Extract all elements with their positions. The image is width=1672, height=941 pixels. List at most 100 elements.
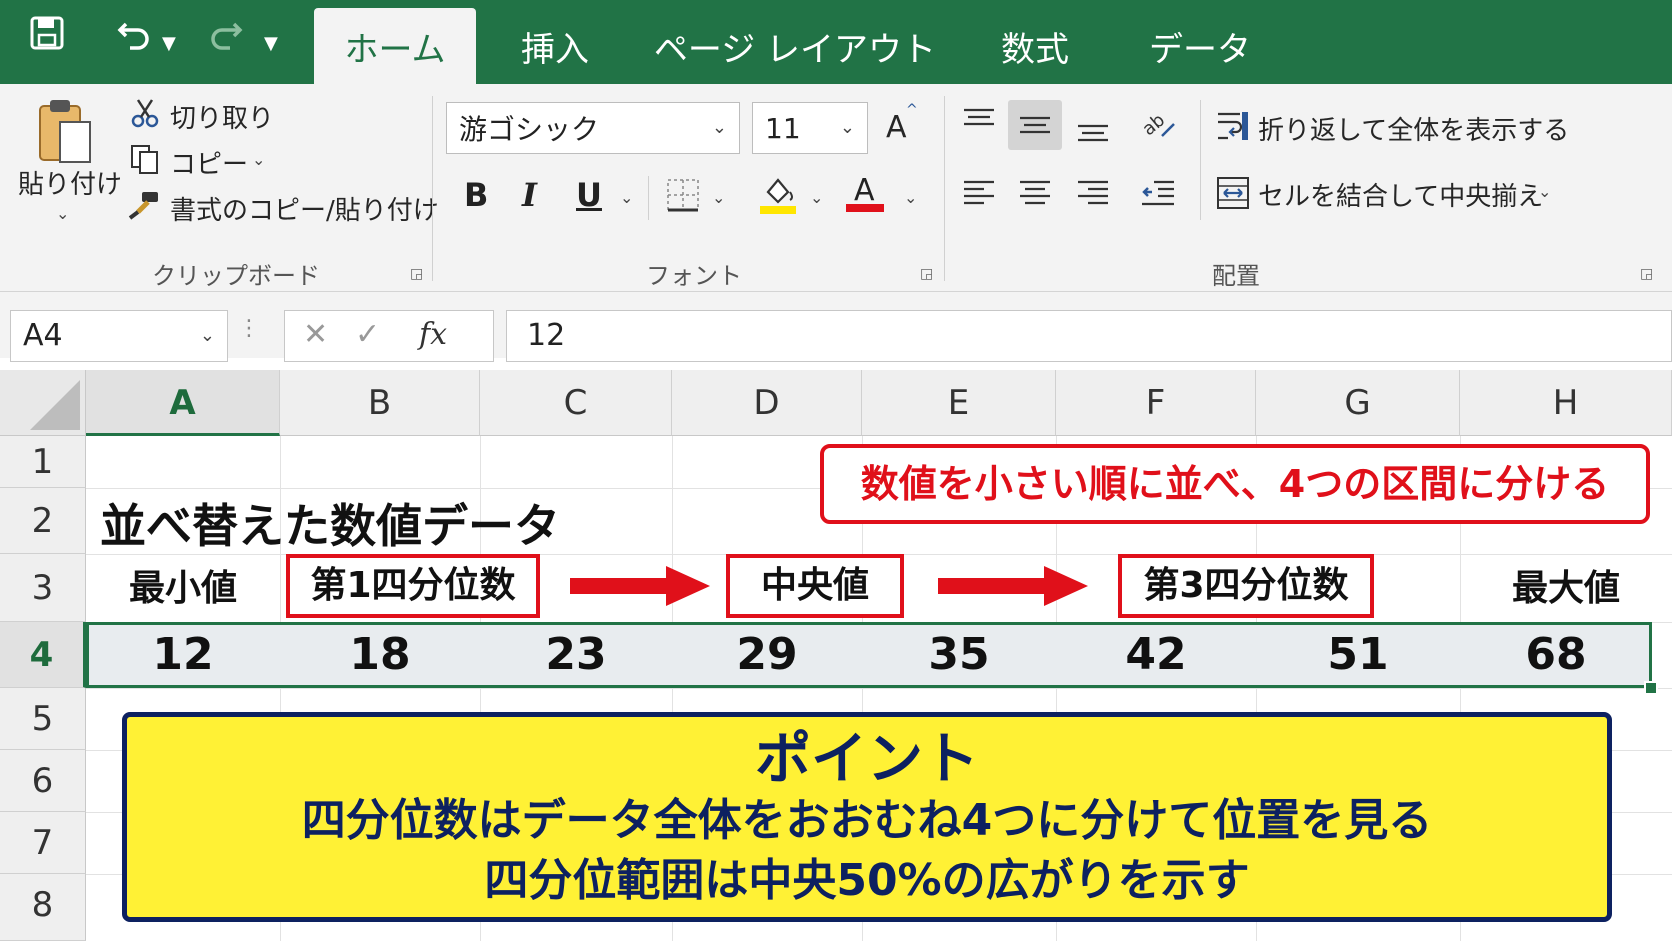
fill-color-dropdown-icon[interactable]: ⌄ (810, 188, 823, 207)
insert-function-button[interactable]: fx (419, 317, 447, 352)
column-header-a[interactable]: A (86, 370, 280, 436)
borders-dropdown-icon[interactable]: ⌄ (712, 188, 725, 207)
row-header-3[interactable]: 3 (0, 554, 86, 622)
tab-formulas[interactable]: 数式 (980, 8, 1090, 84)
row-header-6[interactable]: 6 (0, 750, 86, 812)
bold-button[interactable]: B (464, 176, 488, 214)
copy-icon[interactable] (130, 144, 160, 178)
underline-button[interactable]: U (576, 176, 602, 214)
separator (648, 176, 649, 220)
clipboard-launcher-icon[interactable]: ◲ (410, 266, 423, 282)
format-painter-icon[interactable] (128, 190, 160, 224)
save-icon[interactable] (30, 16, 64, 50)
font-size-select[interactable]: 11 ⌄ (752, 102, 868, 154)
row-header-7[interactable]: 7 (0, 812, 86, 874)
row-header-4[interactable]: 4 (0, 622, 86, 688)
scissors-icon[interactable] (130, 98, 160, 132)
tab-home[interactable]: ホーム (314, 8, 476, 84)
select-all-button[interactable] (0, 370, 86, 436)
row-header-2[interactable]: 2 (0, 488, 86, 554)
point-title: ポイント (755, 727, 979, 792)
customize-toolbar-icon[interactable]: ▼ (264, 24, 278, 64)
tab-insert[interactable]: 挿入 (496, 8, 614, 84)
fill-color-icon[interactable] (760, 174, 798, 218)
paste-button[interactable]: 貼り付け (18, 164, 122, 201)
copy-dropdown-icon[interactable]: ⌄ (252, 150, 265, 169)
instruction-callout: 数値を小さい順に並べ、4つの区間に分ける (820, 444, 1650, 524)
merge-center-button[interactable]: セルを結合して中央揃え (1258, 176, 1543, 213)
min-label: 最小値 (128, 568, 237, 609)
svg-text:A: A (854, 173, 875, 208)
align-left-icon[interactable] (962, 178, 996, 214)
align-top-icon[interactable] (962, 108, 996, 142)
group-separator (432, 96, 433, 281)
font-color-dropdown-icon[interactable]: ⌄ (904, 188, 917, 207)
align-middle-icon[interactable] (1008, 100, 1062, 150)
column-header-e[interactable]: E (862, 370, 1056, 436)
font-name-value: 游ゴシック (459, 113, 600, 146)
borders-icon[interactable] (666, 178, 700, 216)
column-header-d[interactable]: D (672, 370, 862, 436)
sheet-title: 並べ替えた数値データ (100, 499, 560, 553)
chevron-down-icon[interactable]: ⌄ (200, 311, 215, 361)
font-color-icon[interactable]: A (846, 172, 886, 218)
cut-button[interactable]: 切り取り (170, 98, 274, 135)
orientation-icon[interactable]: ab (1138, 106, 1176, 146)
undo-icon[interactable] (116, 16, 156, 50)
font-launcher-icon[interactable]: ◲ (920, 266, 933, 282)
group-separator (944, 96, 945, 281)
tab-data[interactable]: データ (1130, 8, 1270, 84)
point-line-2: 四分位範囲は中央50%の広がりを示す (484, 855, 1250, 906)
point-box: ポイント 四分位数はデータ全体をおおむね4つに分けて位置を見る 四分位範囲は中央… (122, 712, 1612, 922)
column-header-f[interactable]: F (1056, 370, 1256, 436)
decrease-indent-icon[interactable] (1140, 178, 1176, 214)
formula-input[interactable]: 12 (506, 310, 1672, 362)
q3-label: 第3四分位数 (1118, 554, 1374, 618)
formula-buttons: ✕ ✓ fx (284, 310, 494, 362)
font-name-select[interactable]: 游ゴシック ⌄ (446, 102, 740, 154)
format-painter-button[interactable]: 書式のコピー/貼り付け (170, 190, 439, 227)
column-header-b[interactable]: B (280, 370, 480, 436)
increase-font-size-button[interactable]: A (886, 110, 907, 145)
column-header-h[interactable]: H (1460, 370, 1672, 436)
tab-page-layout[interactable]: ページ レイアウト (650, 8, 940, 84)
median-label: 中央値 (726, 554, 904, 618)
column-header-g[interactable]: G (1256, 370, 1460, 436)
column-header-c[interactable]: C (480, 370, 672, 436)
undo-dropdown-icon[interactable]: ▼ (162, 24, 176, 64)
align-right-icon[interactable] (1076, 178, 1110, 214)
align-center-icon[interactable] (1018, 178, 1052, 214)
enter-icon[interactable]: ✓ (355, 317, 380, 352)
gridline (86, 688, 1672, 689)
max-label: 最大値 (1511, 568, 1620, 609)
row-header-8[interactable]: 8 (0, 874, 86, 941)
paste-dropdown-icon[interactable]: ⌄ (56, 204, 69, 223)
paste-icon[interactable] (38, 98, 94, 172)
redo-icon[interactable] (204, 16, 244, 50)
alignment-group-label: 配置 (1212, 262, 1260, 290)
copy-button[interactable]: コピー (170, 144, 248, 181)
wrap-text-icon[interactable] (1216, 110, 1250, 146)
italic-button[interactable]: I (522, 176, 537, 214)
svg-text:ab: ab (1140, 110, 1169, 141)
clipboard-group-label: クリップボード (152, 262, 320, 290)
wrap-text-button[interactable]: 折り返して全体を表示する (1258, 110, 1569, 147)
chevron-down-icon: ⌄ (839, 117, 855, 138)
cancel-icon[interactable]: ✕ (303, 317, 328, 352)
separator (1200, 100, 1201, 220)
alignment-launcher-icon[interactable]: ◲ (1640, 266, 1653, 282)
ribbon: 貼り付け ⌄ 切り取り コピー ⌄ 書式のコピー/貼り付け クリップボード ◲ … (0, 84, 1672, 292)
row-header-5[interactable]: 5 (0, 688, 86, 750)
name-box[interactable]: A4 ⌄ (10, 310, 228, 362)
selection-border (86, 622, 1652, 688)
align-bottom-icon[interactable] (1076, 114, 1110, 148)
fill-handle[interactable] (1644, 681, 1658, 695)
merge-center-icon[interactable] (1216, 176, 1250, 214)
chevron-down-icon: ⌄ (711, 117, 727, 138)
merge-dropdown-icon[interactable]: ⌄ (1538, 182, 1551, 201)
arrow-right-icon (938, 566, 1088, 606)
name-box-value: A4 (23, 318, 63, 353)
underline-dropdown-icon[interactable]: ⌄ (620, 188, 633, 207)
grip-icon: ⋮ (238, 316, 260, 341)
row-header-1[interactable]: 1 (0, 436, 86, 488)
